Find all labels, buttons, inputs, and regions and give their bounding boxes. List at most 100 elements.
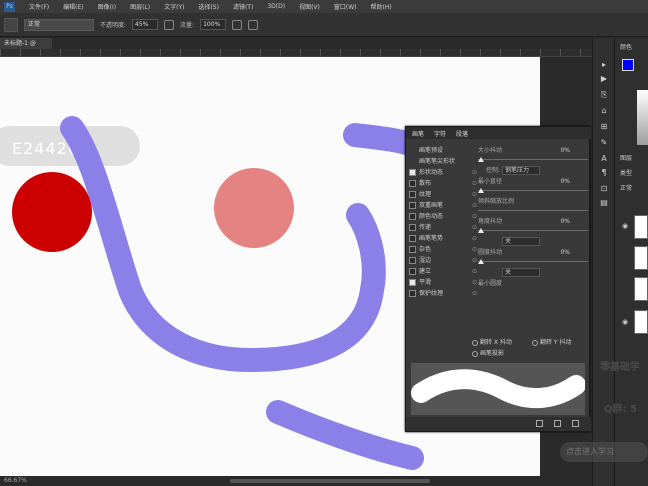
paragraph-icon[interactable]: ¶ [599,168,609,178]
lock-icon[interactable]: ⊙ [472,200,477,211]
layer-thumbnail[interactable] [634,246,648,270]
checkbox[interactable] [409,180,416,187]
adjust-tool-icon[interactable]: ⌂ [599,106,609,116]
option-noise[interactable]: 杂色 ⊙ [409,244,477,255]
properties-tool-icon[interactable]: ⊞ [599,122,609,132]
control-select[interactable]: 钢笔压力 [502,166,540,175]
option-shape-dynamics[interactable]: 形状动态 ⊙ [409,167,477,178]
option-build-up[interactable]: 建立 ⊙ [409,266,477,277]
tool-strip: ▸ ▶ ⎘ ⌂ ⊞ ✎ A ¶ ⊡ ▤ [592,38,614,486]
lock-icon[interactable]: ⊙ [472,288,477,299]
new-preset-icon[interactable] [554,420,561,427]
status-bar: 66.67% [0,476,592,486]
size-jitter-slider[interactable] [478,157,588,163]
checkbox[interactable] [409,246,416,253]
move-tool-icon[interactable]: ▸ [599,60,609,70]
color-panel-header[interactable]: 颜色 [620,42,632,51]
tab-character[interactable]: 字符 [434,129,446,138]
option-protect-texture[interactable]: 保护纹理 ⊙ [409,288,477,299]
option-dual-brush[interactable]: 双重画笔 ⊙ [409,200,477,211]
checkbox[interactable] [409,224,416,231]
tilt-scale-row: 倾斜缩放比例 [478,198,515,205]
history-tool-icon[interactable]: ⎘ [599,90,609,100]
option-wet-edges[interactable]: 湿边 ⊙ [409,255,477,266]
layers-panel-header[interactable]: 图层 [620,153,632,162]
delete-icon[interactable] [572,420,579,427]
lock-icon[interactable]: ⊙ [472,277,477,288]
control-row: 控制: 钢笔压力 [478,165,588,176]
color-ramp[interactable] [637,90,648,145]
checkbox[interactable] [409,213,416,220]
flip-x-checkbox[interactable]: 翻转 X 抖动 [472,337,512,346]
min-roundness-row: 最小圆度 [478,280,503,287]
brush-panel-icon[interactable]: ✎ [599,138,609,148]
layer-blend-mode[interactable]: 正常 [620,183,632,192]
control2-row: 关 [478,236,588,247]
eye-icon[interactable]: ◉ [622,318,628,326]
preview-stroke [411,369,586,409]
roundness-control-select[interactable]: 关 [502,268,540,277]
layer-thumbnail[interactable] [634,277,648,301]
foreground-color-swatch[interactable] [622,59,634,71]
brush-stroke-preview [411,363,586,415]
roundness-jitter-row: 圆度抖动 0% [478,249,570,256]
toggle-preview-icon[interactable] [536,420,543,427]
checkbox[interactable] [409,202,416,209]
clone-source-icon[interactable]: ⊡ [599,184,609,194]
lock-icon[interactable]: ⊙ [472,266,477,277]
option-brush-pose[interactable]: 画笔笔势 ⊙ [409,233,477,244]
checkbox[interactable] [409,279,416,286]
min-diameter-slider[interactable] [478,188,588,194]
checkbox[interactable] [409,191,416,198]
layer-thumbnail[interactable] [634,310,648,334]
top-right-stroke [343,123,424,157]
lock-icon[interactable]: ⊙ [472,255,477,266]
option-scattering[interactable]: 散布 ⊙ [409,178,477,189]
option-transfer[interactable]: 传递 ⊙ [409,222,477,233]
checkbox[interactable] [409,235,416,242]
shape-dynamics-settings: 大小抖动 0% 控制: 钢笔压力 最小直径 0% 倾斜缩放比例 角度抖动 0% 关 圆度… [478,145,588,289]
option-color-dynamics[interactable]: 颜色动态 ⊙ [409,211,477,222]
angle-control-select[interactable]: 关 [502,237,540,246]
smile-stroke [60,116,386,372]
bottom-stroke [266,400,424,470]
angle-jitter-slider[interactable] [478,228,588,234]
lock-icon[interactable]: ⊙ [472,167,477,178]
roundness-jitter-slider[interactable] [478,259,588,265]
brush-panel-footer [406,417,591,431]
control3-row: 关 [478,267,588,278]
option-texture[interactable]: 纹理 ⊙ [409,189,477,200]
layer-comp-icon[interactable]: ▤ [599,198,609,208]
layer-thumbnail[interactable] [634,215,648,239]
tilt-scale-slider[interactable] [478,208,588,214]
checkbox[interactable] [409,268,416,275]
lock-icon[interactable]: ⊙ [472,211,477,222]
horizontal-scrollbar[interactable] [230,479,430,483]
tab-brush[interactable]: 画笔 [412,129,424,138]
brush-presets-button[interactable]: 画笔预设 [409,145,477,156]
flip-y-checkbox[interactable]: 翻转 Y 抖动 [532,337,571,346]
lock-icon[interactable]: ⊙ [472,189,477,200]
watermark-button[interactable]: 点击进入学习 [560,442,648,462]
watermark-line: 零基础学 [600,362,640,373]
layer-kind-filter[interactable]: 类型 [620,168,632,177]
play-tool-icon[interactable]: ▶ [599,74,609,84]
brush-projection-checkbox[interactable]: 画笔投影 [472,348,504,357]
lock-icon[interactable]: ⊙ [472,178,477,189]
zoom-status: 66.67% [4,477,27,484]
character-icon[interactable]: A [599,154,609,164]
lock-icon[interactable]: ⊙ [472,233,477,244]
eye-icon[interactable]: ◉ [622,222,628,230]
checkbox[interactable] [409,290,416,297]
brush-tip-shape[interactable]: 画笔笔尖形状 [409,156,477,167]
option-smoothing[interactable]: 平滑 ⊙ [409,277,477,288]
checkbox[interactable] [409,257,416,264]
watermark-line: Q群: 5 [604,404,637,415]
checkbox[interactable] [409,169,416,176]
lock-icon[interactable]: ⊙ [472,222,477,233]
brush-options-list: 画笔预设 画笔笔尖形状 形状动态 ⊙ 散布 ⊙ 纹理 ⊙ 双重画笔 ⊙ 颜色动态 ⊙ 传递… [409,145,477,299]
lock-icon[interactable]: ⊙ [472,244,477,255]
size-jitter-row: 大小抖动 0% [478,147,570,154]
tab-paragraph[interactable]: 段落 [456,129,468,138]
brush-panel-tabs: 画笔 字符 段落 [406,127,591,139]
